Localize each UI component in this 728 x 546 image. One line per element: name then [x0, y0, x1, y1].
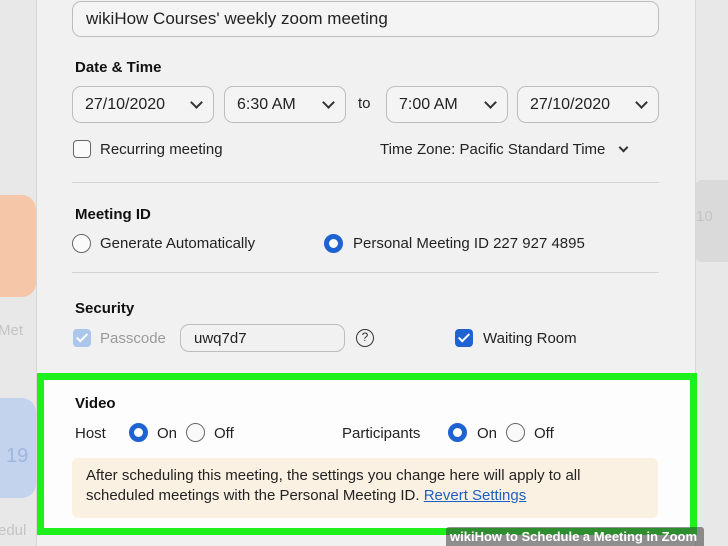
start-date-select[interactable]: 27/10/2020 [72, 86, 214, 123]
time-zone-value: Time Zone: Pacific Standard Time [380, 141, 606, 158]
background-right-text: 10 [696, 208, 713, 225]
end-time-select[interactable]: 7:00 AM [386, 86, 508, 123]
host-on-label: On [157, 425, 178, 442]
host-on-radio[interactable] [129, 423, 148, 442]
personal-meeting-id-label: Personal Meeting ID 227 927 4895 [353, 235, 585, 252]
participants-off-radio[interactable] [506, 423, 525, 442]
participants-label: Participants [342, 425, 421, 442]
background-label: Met [0, 322, 24, 339]
topic-input[interactable]: wikiHow Courses' weekly zoom meeting [72, 1, 659, 37]
watermark: wikiHow to Schedule a Meeting in Zoom [446, 527, 704, 546]
to-label: to [358, 95, 371, 112]
chevron-down-icon [484, 95, 497, 109]
passcode-checkbox[interactable] [73, 329, 91, 347]
generate-automatically-radio[interactable] [72, 234, 91, 253]
chevron-down-icon [635, 95, 648, 109]
host-off-radio[interactable] [186, 423, 205, 442]
passcode-value: uwq7d7 [194, 329, 247, 347]
end-time-value: 7:00 AM [399, 95, 458, 113]
help-icon[interactable]: ? [356, 329, 374, 347]
host-label: Host [75, 425, 106, 442]
topic-value: wikiHow Courses' weekly zoom meeting [86, 9, 388, 28]
start-time-select[interactable]: 6:30 AM [224, 86, 346, 123]
background-label-2: edul [0, 522, 27, 539]
watermark-brand: wiki [450, 529, 475, 544]
time-zone-select[interactable]: Time Zone: Pacific Standard Time [380, 141, 628, 158]
host-off-label: Off [214, 425, 234, 442]
settings-notice: After scheduling this meeting, the setti… [72, 458, 658, 518]
participants-on-label: On [477, 425, 498, 442]
section-divider [72, 182, 659, 183]
waiting-room-label: Waiting Room [483, 330, 577, 347]
date-time-heading: Date & Time [75, 59, 162, 76]
personal-meeting-id-radio[interactable] [324, 234, 343, 253]
recurring-meeting-checkbox[interactable] [73, 140, 91, 158]
checkmark-icon [457, 330, 471, 343]
revert-settings-link[interactable]: Revert Settings [424, 487, 527, 504]
watermark-title: How to Schedule a Meeting in Zoom [474, 529, 698, 544]
participants-on-radio[interactable] [448, 423, 467, 442]
end-date-value: 27/10/2020 [530, 95, 611, 113]
section-divider [72, 272, 659, 273]
security-heading: Security [75, 300, 135, 317]
generate-automatically-label: Generate Automatically [100, 235, 256, 252]
background-app-tile [0, 195, 36, 297]
chevron-down-icon [618, 142, 628, 152]
waiting-room-checkbox[interactable] [455, 329, 473, 347]
passcode-label: Passcode [100, 330, 166, 347]
participants-off-label: Off [534, 425, 554, 442]
start-date-value: 27/10/2020 [85, 95, 166, 113]
meeting-id-heading: Meeting ID [75, 206, 151, 223]
recurring-meeting-label: Recurring meeting [100, 141, 223, 158]
background-calendar-icon: 19 [6, 445, 29, 467]
video-heading: Video [75, 395, 116, 412]
chevron-down-icon [190, 95, 203, 109]
checkmark-icon [75, 330, 89, 343]
start-time-value: 6:30 AM [237, 95, 296, 113]
end-date-select[interactable]: 27/10/2020 [517, 86, 659, 123]
chevron-down-icon [322, 95, 335, 109]
passcode-input[interactable]: uwq7d7 [180, 324, 345, 352]
